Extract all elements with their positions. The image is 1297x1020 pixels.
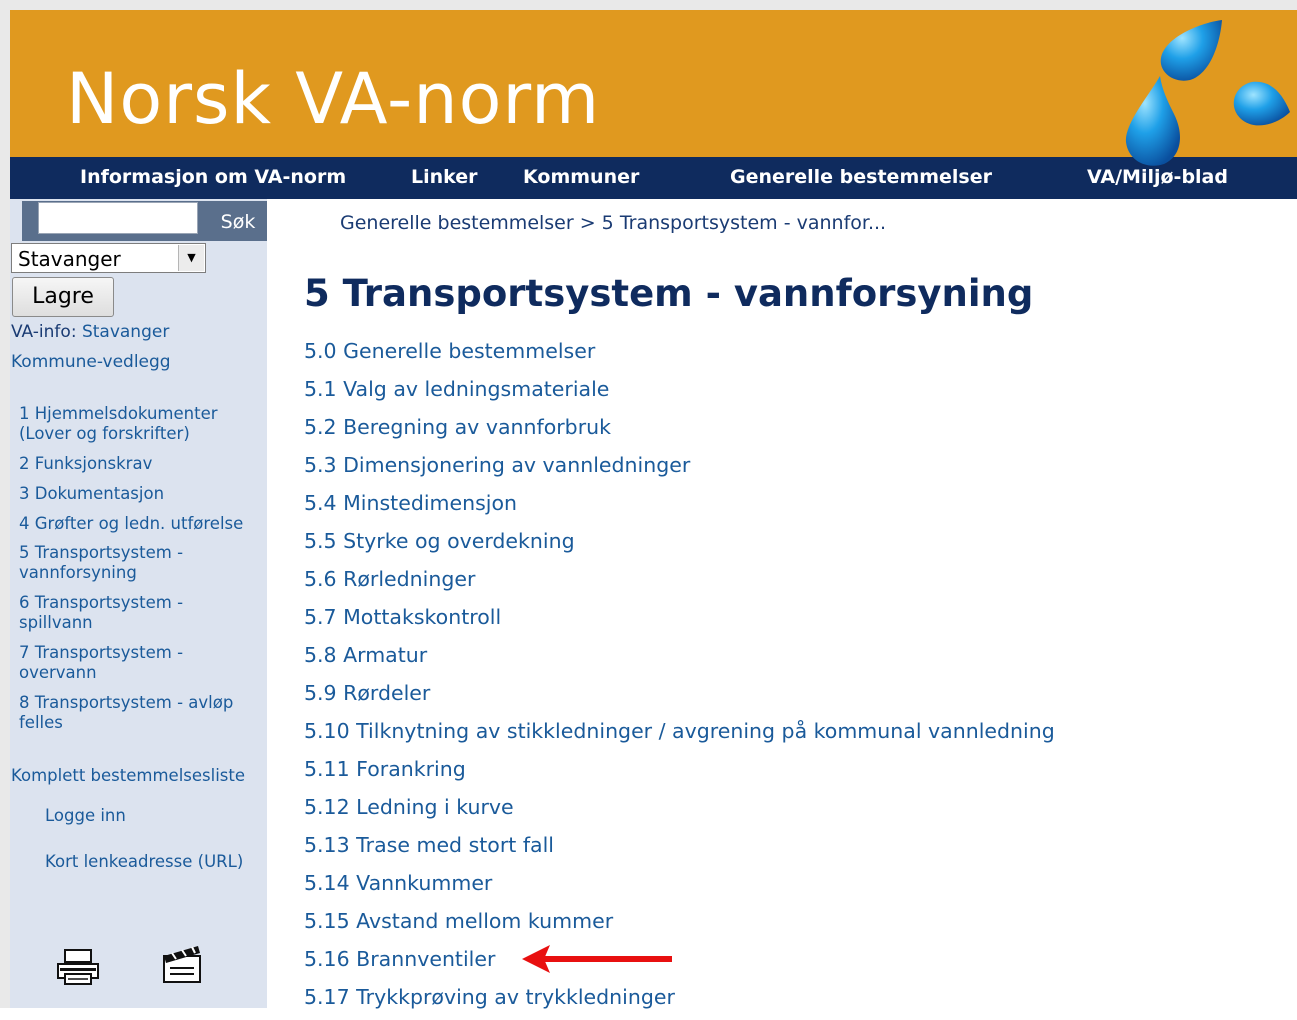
section-link-5-12[interactable]: 5.12 Ledning i kurve (304, 792, 1055, 830)
section-link-5-1[interactable]: 5.1 Valg av ledningsmateriale (304, 374, 1055, 412)
search-button[interactable]: Søk (210, 204, 266, 240)
sidebar-chapter-1[interactable]: 1 Hjemmelsdokumenter (Lover og forskrift… (19, 404, 259, 444)
login-link[interactable]: Logge inn (45, 805, 126, 826)
breadcrumb[interactable]: Generelle bestemmelser > 5 Transportsyst… (340, 210, 886, 236)
municipality-select[interactable]: Stavanger ▼ (11, 243, 206, 273)
window-frame-left (0, 0, 10, 1008)
clapperboard-icon[interactable] (160, 944, 204, 984)
sidebar-chapter-8[interactable]: 8 Transportsystem - avløp felles (19, 693, 259, 733)
section-link-5-0[interactable]: 5.0 Generelle bestemmelser (304, 336, 1055, 374)
nav-item-municipalities[interactable]: Kommuner (523, 157, 639, 199)
short-url-link[interactable]: Kort lenkeadresse (URL) (45, 852, 245, 872)
sidebar-chapter-4[interactable]: 4 Grøfter og ledn. utførelse (19, 514, 259, 534)
full-provisions-list-link[interactable]: Komplett bestemmelsesliste (11, 765, 245, 786)
page-title: 5 Transportsystem - vannforsyning (304, 272, 1034, 315)
section-link-5-16[interactable]: 5.16 Brannventiler (304, 944, 1055, 982)
section-link-5-7[interactable]: 5.7 Mottakskontroll (304, 602, 1055, 640)
main-navigation: Informasjon om VA-norm Linker Kommuner G… (10, 157, 1297, 199)
va-info-label: VA-info: (11, 322, 77, 342)
site-title: Norsk VA-norm (66, 58, 601, 140)
municipality-appendix-link[interactable]: Kommune-vedlegg (11, 352, 171, 373)
section-link-5-2[interactable]: 5.2 Beregning av vannforbruk (304, 412, 1055, 450)
section-link-5-17[interactable]: 5.17 Trykkprøving av trykkledninger (304, 982, 1055, 1020)
sidebar-chapter-7[interactable]: 7 Transportsystem - overvann (19, 643, 259, 683)
section-link-5-8[interactable]: 5.8 Armatur (304, 640, 1055, 678)
save-button[interactable]: Lagre (12, 277, 114, 317)
sidebar-chapter-6[interactable]: 6 Transportsystem - spillvann (19, 593, 259, 633)
section-link-5-11[interactable]: 5.11 Forankring (304, 754, 1055, 792)
section-link-5-3[interactable]: 5.3 Dimensjonering av vannledninger (304, 450, 1055, 488)
logo-water-drops (1125, 20, 1290, 166)
nav-item-general-provisions[interactable]: Generelle bestemmelser (730, 157, 992, 199)
va-info-row: VA-info: Stavanger (11, 322, 169, 343)
window-frame-top (0, 0, 1297, 10)
section-link-5-15[interactable]: 5.15 Avstand mellom kummer (304, 906, 1055, 944)
section-link-5-10[interactable]: 5.10 Tilknytning av stikkledninger / avg… (304, 716, 1055, 754)
site-header: Norsk VA-norm (10, 10, 1297, 157)
sidebar-chapter-3[interactable]: 3 Dokumentasjon (19, 484, 259, 504)
municipality-selected-value: Stavanger (18, 247, 121, 271)
section-link-5-4[interactable]: 5.4 Minstedimensjon (304, 488, 1055, 526)
red-arrow-annotation (522, 945, 672, 973)
section-link-5-9[interactable]: 5.9 Rørdeler (304, 678, 1055, 716)
nav-item-info[interactable]: Informasjon om VA-norm (80, 157, 346, 199)
section-link-5-14[interactable]: 5.14 Vannkummer (304, 868, 1055, 906)
chevron-down-icon[interactable]: ▼ (178, 245, 204, 271)
section-link-5-5[interactable]: 5.5 Styrke og overdekning (304, 526, 1055, 564)
section-link-5-13[interactable]: 5.13 Trase med stort fall (304, 830, 1055, 868)
search-input[interactable] (38, 202, 198, 234)
section-link-5-6[interactable]: 5.6 Rørledninger (304, 564, 1055, 602)
section-list: 5.0 Generelle bestemmelser 5.1 Valg av l… (304, 336, 1055, 1020)
printer-icon[interactable] (56, 948, 100, 986)
nav-item-links[interactable]: Linker (411, 157, 478, 199)
sidebar-chapter-2[interactable]: 2 Funksjonskrav (19, 454, 259, 474)
sidebar-chapter-5[interactable]: 5 Transportsystem - vannforsyning (19, 543, 259, 583)
va-info-link[interactable]: Stavanger (82, 322, 169, 342)
